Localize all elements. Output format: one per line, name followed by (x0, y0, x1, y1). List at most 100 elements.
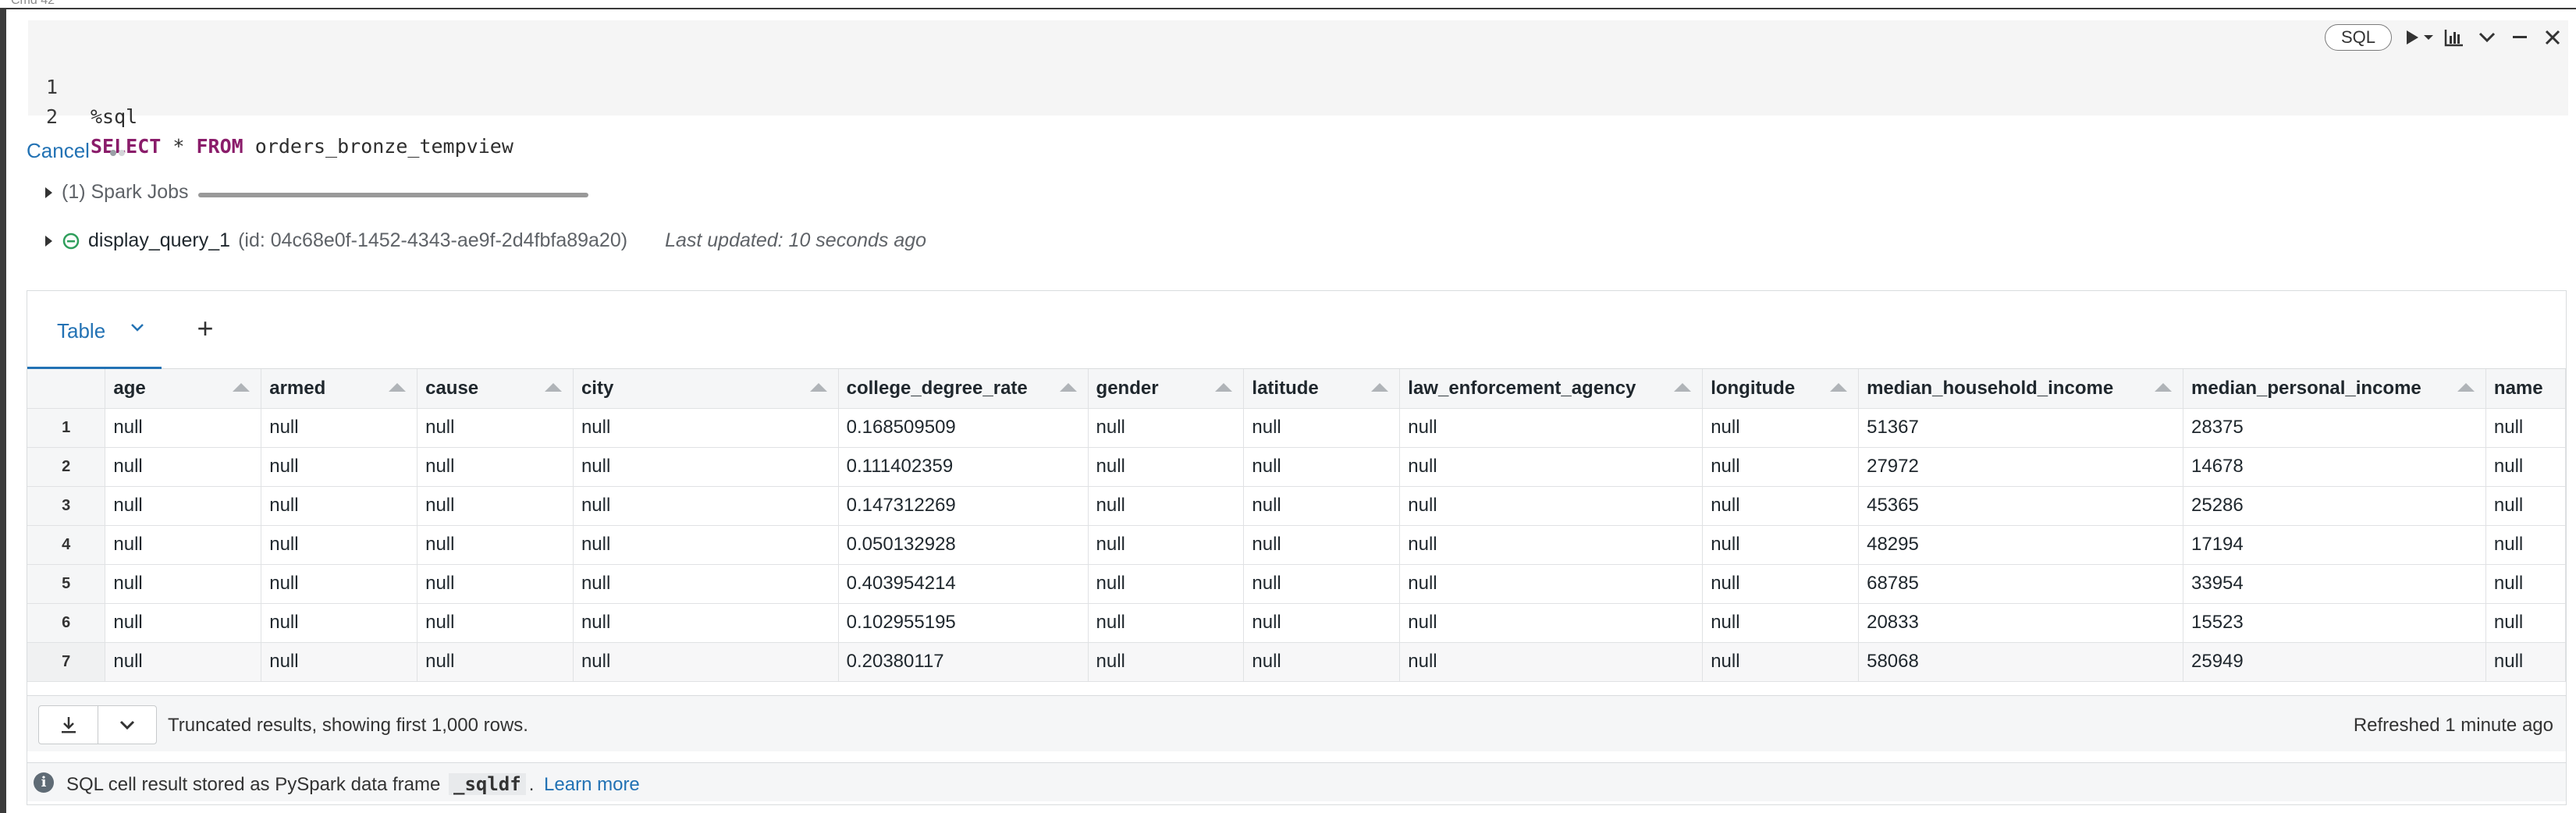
table-cell[interactable]: null (1702, 564, 1860, 604)
table-cell[interactable]: null (2485, 603, 2567, 643)
table-cell[interactable]: null (417, 642, 574, 682)
column-header-law-enforcement-agency[interactable]: law_enforcement_agency (1399, 369, 1704, 409)
table-cell[interactable]: null (1399, 603, 1704, 643)
table-cell[interactable]: null (105, 564, 262, 604)
table-cell[interactable]: 27972 (1858, 447, 2183, 487)
table-row[interactable]: 2 null null null null 0.111402359 null null null… (27, 447, 2567, 487)
table-row[interactable]: 7 null null null null 0.20380117 null null null n… (27, 642, 2567, 682)
column-header-latitude[interactable]: latitude (1243, 369, 1401, 409)
table-cell[interactable]: 0.403954214 (838, 564, 1089, 604)
table-cell[interactable]: null (1243, 642, 1401, 682)
table-cell[interactable]: 28375 (2183, 408, 2486, 448)
expand-caret-icon[interactable] (45, 235, 52, 247)
table-cell[interactable]: null (105, 447, 262, 487)
minus-icon[interactable] (2507, 25, 2532, 50)
sort-icon[interactable] (1215, 383, 1233, 392)
caret-down-icon[interactable] (2423, 25, 2434, 50)
sort-icon[interactable] (1830, 383, 1848, 392)
sort-icon[interactable] (2457, 383, 2475, 392)
table-cell[interactable]: 20833 (1858, 603, 2183, 643)
table-cell[interactable]: null (261, 486, 418, 526)
table-cell[interactable]: null (2485, 447, 2567, 487)
table-cell[interactable]: null (1399, 564, 1704, 604)
table-cell[interactable]: null (261, 408, 418, 448)
table-cell[interactable]: 0.168509509 (838, 408, 1089, 448)
download-button[interactable] (39, 706, 98, 744)
table-row[interactable]: 5 null null null null 0.403954214 null null null… (27, 564, 2567, 604)
sort-icon[interactable] (1059, 383, 1077, 392)
expand-caret-icon[interactable] (45, 186, 52, 198)
table-cell[interactable]: null (1088, 525, 1245, 565)
table-cell[interactable]: 68785 (1858, 564, 2183, 604)
table-row[interactable]: 1 null null null null 0.168509509 null null null… (27, 408, 2567, 448)
table-cell[interactable]: null (573, 642, 839, 682)
table-cell[interactable]: null (1702, 525, 1860, 565)
table-cell[interactable]: null (1399, 408, 1704, 448)
table-cell[interactable]: null (573, 486, 839, 526)
sort-icon[interactable] (809, 383, 827, 392)
table-cell[interactable]: null (1243, 408, 1401, 448)
table-cell[interactable]: null (1088, 564, 1245, 604)
table-cell[interactable]: 45365 (1858, 486, 2183, 526)
bar-chart-icon[interactable] (2442, 25, 2467, 50)
table-cell[interactable]: null (1702, 447, 1860, 487)
table-cell[interactable]: null (1702, 408, 1860, 448)
column-header-gender[interactable]: gender (1088, 369, 1245, 409)
table-cell[interactable]: null (2485, 564, 2567, 604)
table-cell[interactable]: 14678 (2183, 447, 2486, 487)
table-cell[interactable]: 0.147312269 (838, 486, 1089, 526)
table-cell[interactable]: null (261, 525, 418, 565)
table-cell[interactable]: null (573, 603, 839, 643)
table-cell[interactable]: null (417, 525, 574, 565)
sort-icon[interactable] (1371, 383, 1389, 392)
table-cell[interactable]: null (1243, 525, 1401, 565)
table-cell[interactable]: null (1088, 642, 1245, 682)
table-cell[interactable]: null (261, 447, 418, 487)
chevron-down-icon[interactable] (130, 322, 144, 333)
sort-icon[interactable] (1674, 383, 1692, 392)
table-cell[interactable]: null (417, 447, 574, 487)
table-cell[interactable]: null (1702, 642, 1860, 682)
table-cell[interactable]: null (261, 564, 418, 604)
sort-icon[interactable] (389, 383, 407, 392)
table-cell[interactable]: null (2485, 486, 2567, 526)
sort-icon[interactable] (544, 383, 562, 392)
code-line-2[interactable]: 2 SELECT * FROM orders_bronze_tempview (28, 73, 513, 158)
learn-more-link[interactable]: Learn more (544, 774, 640, 795)
play-icon[interactable] (2400, 25, 2425, 50)
table-cell[interactable]: null (2485, 642, 2567, 682)
table-cell[interactable]: null (105, 525, 262, 565)
table-cell[interactable]: null (1399, 642, 1704, 682)
table-cell[interactable]: null (105, 486, 262, 526)
table-cell[interactable]: null (1088, 447, 1245, 487)
table-cell[interactable]: null (105, 408, 262, 448)
table-cell[interactable]: null (573, 408, 839, 448)
column-header-median-household-income[interactable]: median_household_income (1858, 369, 2183, 409)
table-cell[interactable]: null (1399, 525, 1704, 565)
table-cell[interactable]: 0.111402359 (838, 447, 1089, 487)
column-header-cause[interactable]: cause (417, 369, 574, 409)
table-cell[interactable]: 33954 (2183, 564, 2486, 604)
table-cell[interactable]: 0.102955195 (838, 603, 1089, 643)
table-cell[interactable]: null (417, 603, 574, 643)
table-cell[interactable]: null (1243, 447, 1401, 487)
table-cell[interactable]: 0.050132928 (838, 525, 1089, 565)
table-cell[interactable]: null (1243, 564, 1401, 604)
column-header-city[interactable]: city (573, 369, 839, 409)
code-text[interactable]: SELECT * FROM orders_bronze_tempview (91, 132, 513, 162)
spark-jobs-row[interactable]: (1) Spark Jobs (45, 181, 588, 204)
code-text[interactable]: %sql (91, 102, 137, 132)
table-cell[interactable]: null (1702, 603, 1860, 643)
table-cell[interactable]: null (1243, 603, 1401, 643)
table-cell[interactable]: 15523 (2183, 603, 2486, 643)
table-row[interactable]: 3 null null null null 0.147312269 null null null… (27, 486, 2567, 526)
table-row[interactable]: 6 null null null null 0.102955195 null null null… (27, 603, 2567, 643)
table-cell[interactable]: 58068 (1858, 642, 2183, 682)
table-cell[interactable]: null (1243, 486, 1401, 526)
table-cell[interactable]: 17194 (2183, 525, 2486, 565)
column-header-armed[interactable]: armed (261, 369, 418, 409)
table-cell[interactable]: null (261, 642, 418, 682)
table-cell[interactable]: 25286 (2183, 486, 2486, 526)
table-cell[interactable]: null (573, 525, 839, 565)
column-header-name[interactable]: name (2485, 369, 2567, 409)
